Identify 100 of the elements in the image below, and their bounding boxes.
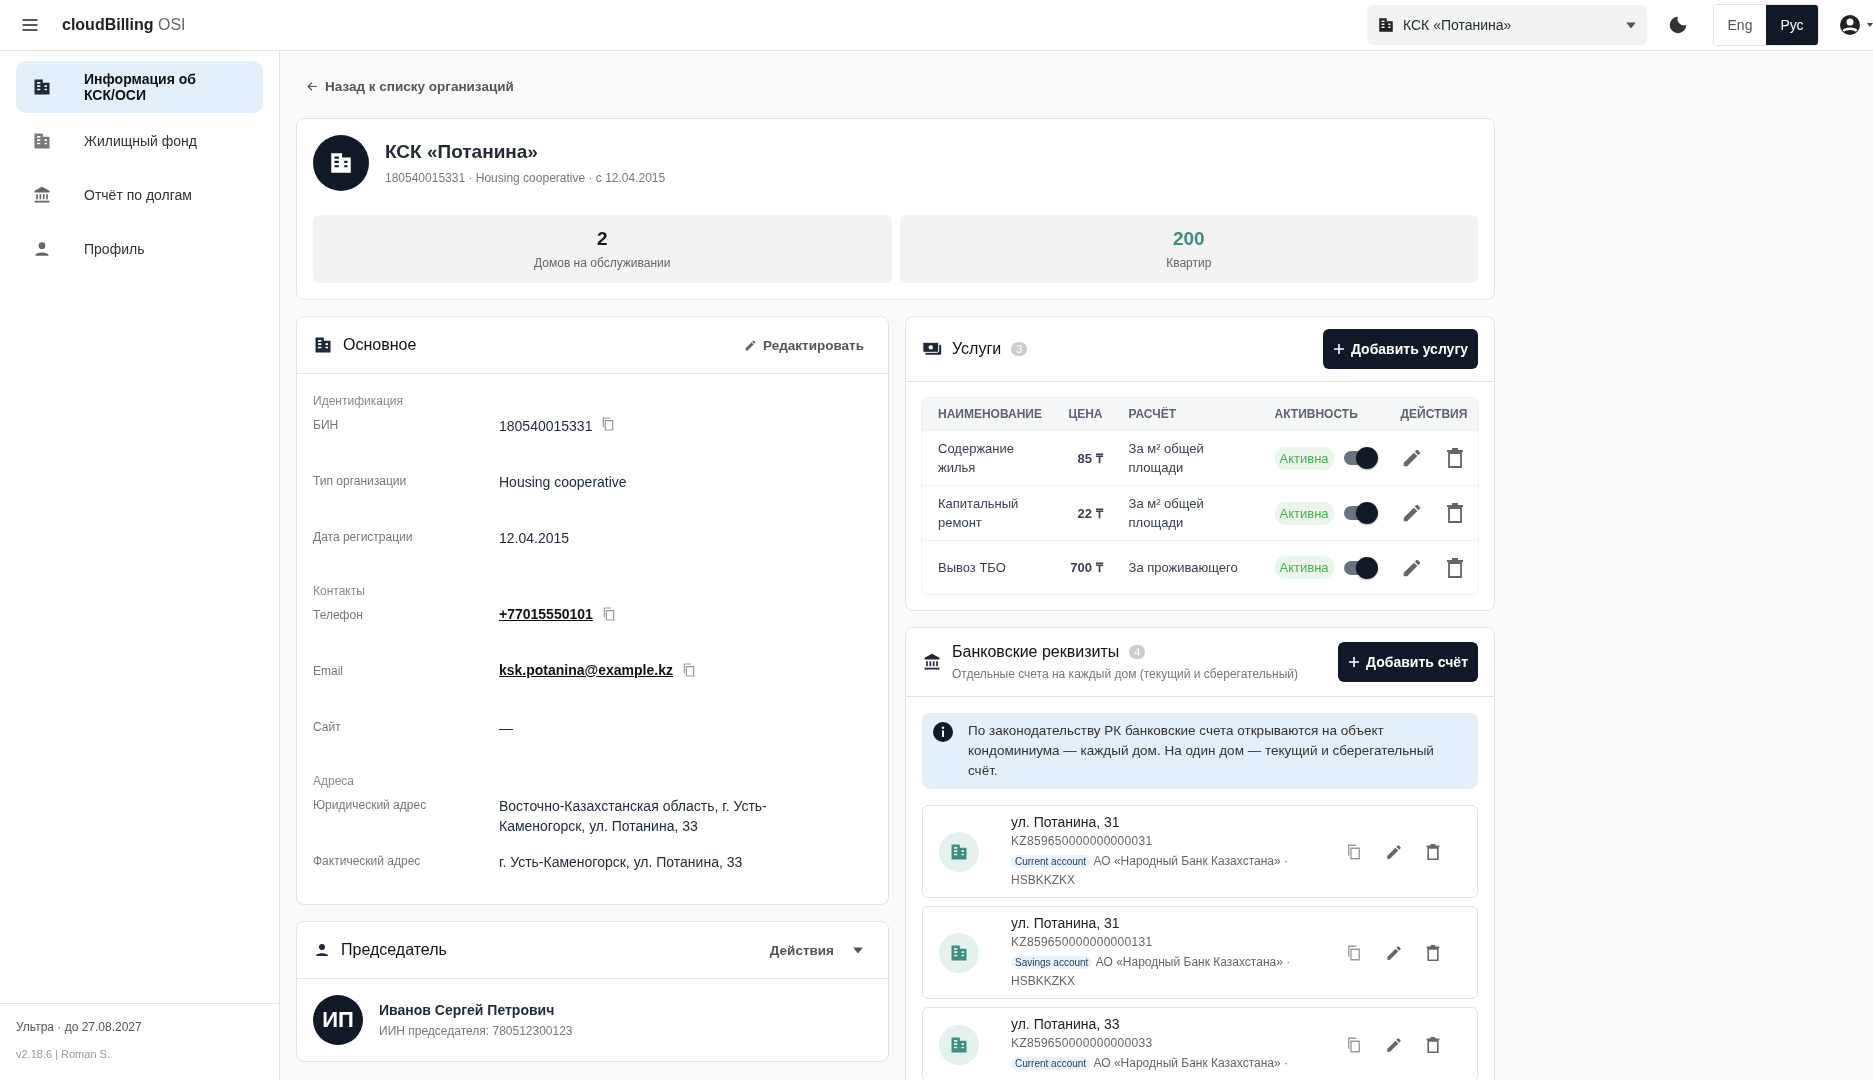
bank-name: АО «Народный Банк Казахстана» · xyxy=(1093,1056,1288,1070)
money-icon xyxy=(922,340,942,358)
language-tab[interactable]: Рус xyxy=(1766,5,1818,45)
building-icon xyxy=(32,131,52,151)
sidebar-item[interactable]: Жилищный фонд xyxy=(16,115,263,167)
dark-mode-icon[interactable] xyxy=(1667,14,1689,36)
pencil-icon xyxy=(744,338,758,352)
status-badge: Активна xyxy=(1274,556,1334,579)
info-icon xyxy=(932,721,954,743)
organization-avatar xyxy=(313,135,369,191)
bank-name: АО «Народный Банк Казахстана» · xyxy=(1095,955,1291,969)
account-type-tag: Current account xyxy=(1011,1057,1091,1070)
edit-icon[interactable] xyxy=(1385,1035,1403,1054)
field-value: г. Усть-Каменогорск, ул. Потанина, 33 xyxy=(499,853,743,872)
edit-icon[interactable] xyxy=(1385,842,1403,861)
bank-icon xyxy=(922,652,942,672)
card-subtitle: Отдельные счета на каждый дом (текущий и сберегательный) xyxy=(952,667,1298,681)
person-icon xyxy=(32,239,52,259)
app-brand: cloudBilling OSI xyxy=(62,16,186,34)
section-heading: Адреса xyxy=(313,774,356,788)
bank-icon xyxy=(32,185,52,205)
account-type-tag: Savings account xyxy=(1011,956,1093,969)
field-value: Housing cooperative xyxy=(499,473,627,492)
account-address: ул. Потанина, 33 xyxy=(1011,1016,1121,1032)
field-label: Дата регистрации xyxy=(313,529,414,544)
plus-icon xyxy=(1348,656,1361,668)
card-title: Основное xyxy=(343,336,417,354)
field-label: Email xyxy=(313,663,344,678)
delete-icon[interactable] xyxy=(1444,502,1465,524)
section-heading: Контакты xyxy=(313,584,366,598)
building-icon xyxy=(1377,16,1395,34)
arrow-left-icon xyxy=(306,80,319,93)
column-header: ДЕЙСТВИЯ xyxy=(1384,398,1478,431)
add-service-button[interactable]: Добавить услугу xyxy=(1322,329,1478,369)
edit-icon[interactable] xyxy=(1385,943,1403,962)
field-label: Тип организации xyxy=(313,473,408,488)
table-cell: Капитальный ремонт xyxy=(922,485,1052,541)
building-icon xyxy=(313,335,333,355)
table-cell: 85 ₸ xyxy=(1052,430,1113,486)
table-cell: 700 ₸ xyxy=(1052,540,1113,594)
copy-icon[interactable] xyxy=(1345,1035,1363,1054)
building-icon xyxy=(32,77,52,97)
initials-avatar: ИП xyxy=(313,995,363,1045)
account-iban: KZ859650000000000131 xyxy=(1011,935,1154,949)
delete-icon[interactable] xyxy=(1425,842,1441,861)
field-label: Телефон xyxy=(313,607,364,622)
card-title: Банковские реквизиты xyxy=(952,643,1120,661)
account-address: ул. Потанина, 31 xyxy=(1011,814,1121,830)
account-iban: KZ859650000000000033 xyxy=(1011,1036,1154,1050)
table-cell: За м² общей площади xyxy=(1112,485,1259,541)
chairman-name: Иванов Сергей Петрович xyxy=(379,1002,556,1018)
column-header: НАИМЕНОВАНИЕ xyxy=(922,398,1052,431)
field-link[interactable]: +77015550101 xyxy=(499,606,593,622)
field-value: — xyxy=(499,719,513,738)
table-cell: 22 ₸ xyxy=(1052,485,1113,541)
table-cell: За проживающего xyxy=(1112,540,1259,594)
chairman-iin: ИИН председателя: 780512300123 xyxy=(379,1024,573,1038)
field-label: Сайт xyxy=(313,719,342,734)
status-badge: Активна xyxy=(1274,501,1334,525)
delete-icon[interactable] xyxy=(1444,447,1465,469)
actions-dropdown[interactable]: Действия xyxy=(761,938,872,962)
field-label: БИН xyxy=(313,417,340,432)
copy-icon[interactable] xyxy=(1345,842,1363,861)
account-iban: KZ859650000000000031 xyxy=(1011,834,1154,848)
plus-icon xyxy=(1332,343,1345,355)
field-value: 180540015331 xyxy=(499,417,593,436)
stat-value: 200 xyxy=(1172,228,1205,250)
delete-icon[interactable] xyxy=(1425,1035,1441,1054)
bank-bic: HSBKKZKX xyxy=(1011,872,1077,889)
person-icon xyxy=(313,941,331,959)
organization-name: КСК «Потанина» xyxy=(385,141,539,163)
column-header: РАСЧЁТ xyxy=(1112,398,1259,431)
table-cell: За м² общей площади xyxy=(1112,430,1259,486)
card-title: Председатель xyxy=(341,941,447,959)
field-value: Восточно-Казахстанская область, г. Усть-Каменогорск, ул. Потанина, 33 xyxy=(499,797,768,836)
sidebar-item[interactable]: Информация об КСК/ОСИ xyxy=(16,61,263,113)
edit-button[interactable]: Редактировать xyxy=(736,333,872,357)
stat-label: Домов на обслуживании xyxy=(534,256,671,270)
organization-select[interactable]: КСК «Потанина» xyxy=(1367,5,1647,45)
stat-label: Квартир xyxy=(1166,256,1212,270)
column-header: ЦЕНА xyxy=(1052,398,1113,431)
sidebar-item[interactable]: Отчёт по долгам xyxy=(16,169,263,221)
copy-icon[interactable] xyxy=(1345,943,1363,962)
delete-icon[interactable] xyxy=(1425,943,1441,962)
notice-text: По законодательству РК банковские счета открываются на объект кондоминиума — каждый дом. На один дом — текущий и сберегательный счёт. xyxy=(968,722,1435,780)
bank-name: АО «Народный Банк Казахстана» · xyxy=(1093,854,1288,868)
back-link[interactable]: Назад к списку организаций xyxy=(306,79,514,94)
delete-icon[interactable] xyxy=(1444,556,1465,579)
account-icon[interactable] xyxy=(1839,14,1873,36)
add-account-button[interactable]: Добавить счёт xyxy=(1338,642,1478,682)
card-title: Услуги xyxy=(952,340,1002,358)
field-label: Юридический адрес xyxy=(313,797,428,812)
account-type-tag: Current account xyxy=(1011,855,1091,868)
account-address: ул. Потанина, 31 xyxy=(1011,915,1121,931)
table-cell: Содержание жилья xyxy=(922,430,1052,486)
field-value: 12.04.2015 xyxy=(499,529,570,548)
sidebar-item[interactable]: Профиль xyxy=(16,223,263,275)
field-link[interactable]: ksk.potanina@example.kz xyxy=(499,662,673,678)
plan-text: Ультра · до 27.08.2027 xyxy=(16,1020,143,1034)
status-badge: Активна xyxy=(1274,446,1334,470)
